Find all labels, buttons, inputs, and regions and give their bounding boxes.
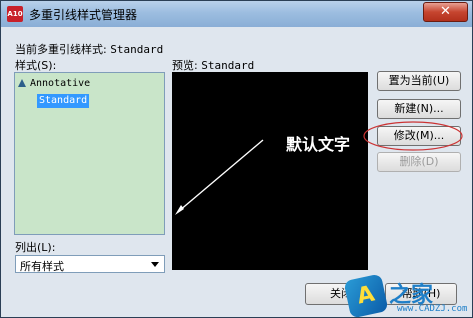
multileader-style-manager-dialog: A10 多重引线样式管理器 ✕ 当前多重引线样式: Standard 样式(S)… bbox=[0, 0, 473, 318]
new-button[interactable]: 新建(N)... bbox=[377, 99, 461, 119]
set-current-button[interactable]: 置为当前(U) bbox=[377, 71, 461, 91]
list-filter-dropdown[interactable]: 所有样式 bbox=[15, 255, 165, 273]
list-filter-label: 列出(L): bbox=[15, 241, 56, 254]
modify-button[interactable]: 修改(M)... bbox=[377, 126, 461, 146]
preview-style-name: Standard bbox=[201, 59, 255, 72]
current-style-label: 当前多重引线样式: bbox=[15, 43, 107, 56]
chevron-down-icon bbox=[151, 262, 159, 267]
list-item-label: Annotative bbox=[30, 78, 91, 89]
watermark-url: www.CADZJ.com bbox=[397, 304, 468, 314]
current-style-value: Standard bbox=[110, 43, 164, 56]
list-filter-value: 所有样式 bbox=[20, 260, 64, 273]
close-icon: ✕ bbox=[440, 4, 451, 19]
styles-list[interactable]: Annotative Standard bbox=[14, 72, 165, 235]
title-bar[interactable]: A10 多重引线样式管理器 ✕ bbox=[1, 1, 472, 27]
cadzj-logo-icon: A bbox=[343, 273, 389, 317]
preview-label: 预览: bbox=[172, 59, 198, 72]
window-title: 多重引线样式管理器 bbox=[29, 8, 138, 22]
delete-button[interactable]: 删除(D) bbox=[377, 152, 461, 172]
preview-pane bbox=[172, 72, 368, 270]
list-item-standard[interactable]: Standard bbox=[37, 94, 90, 108]
annotative-triangle-icon bbox=[18, 79, 26, 87]
close-window-button[interactable]: ✕ bbox=[423, 2, 468, 22]
styles-label: 样式(S): bbox=[15, 59, 57, 72]
preview-label-row: 预览: Standard bbox=[172, 57, 254, 73]
list-item-annotative[interactable]: Annotative bbox=[18, 77, 90, 91]
current-style-row: 当前多重引线样式: Standard bbox=[15, 41, 163, 57]
autocad-app-icon: A10 bbox=[7, 6, 23, 22]
annotation-label: 默认文字 bbox=[286, 135, 351, 154]
